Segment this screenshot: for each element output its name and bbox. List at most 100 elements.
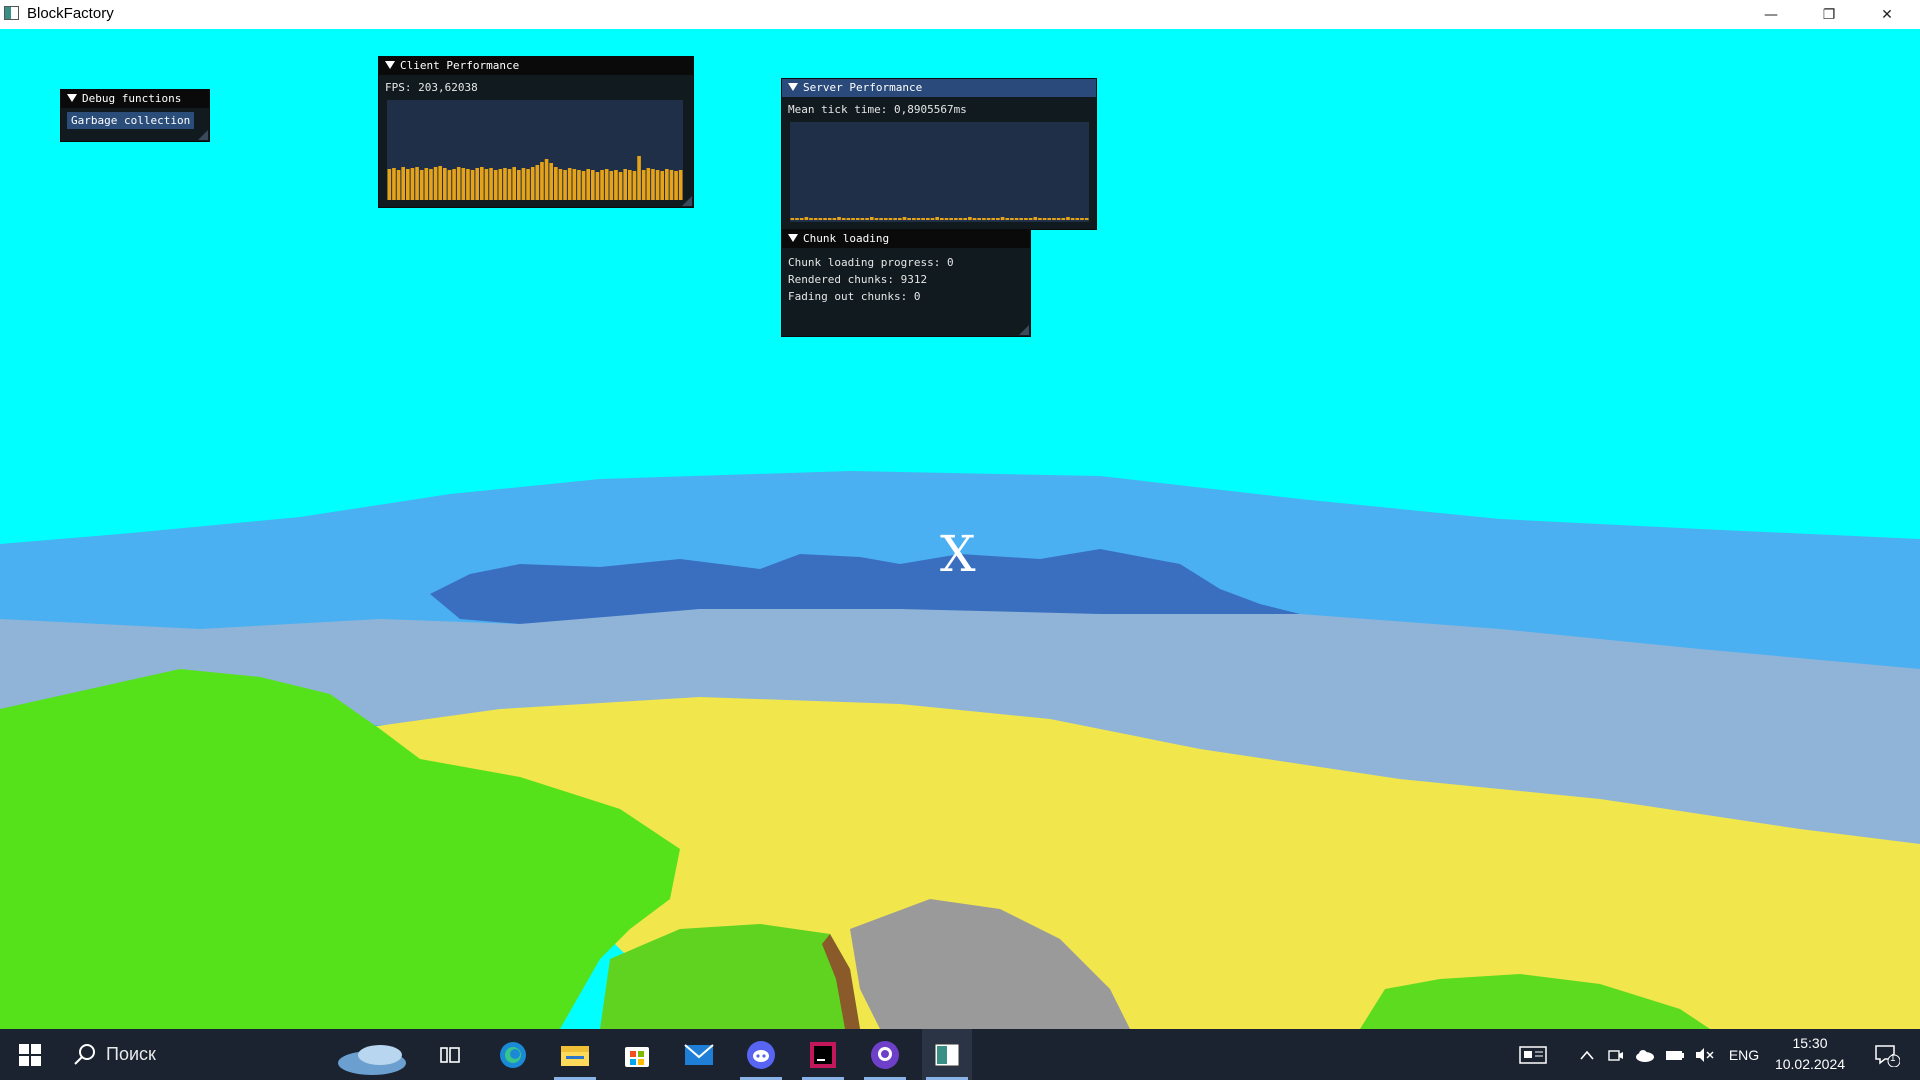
tick-time-histogram (790, 122, 1089, 222)
client-performance-panel[interactable]: Client Performance FPS: 203,62038 (378, 56, 694, 208)
tick-time-bar (851, 218, 855, 220)
camera-icon (1608, 1049, 1623, 1061)
frame-time-bar (521, 168, 526, 200)
task-view-button[interactable] (425, 1029, 475, 1080)
minimize-button[interactable]: — (1742, 0, 1800, 29)
tray-overflow-button[interactable] (1574, 1029, 1600, 1080)
tick-time-bar (963, 218, 968, 220)
tick-time-bars (790, 217, 1089, 220)
store-button[interactable] (612, 1029, 662, 1080)
taskbar-search[interactable]: Поиск (60, 1029, 280, 1080)
tick-time-bar (809, 218, 813, 220)
resize-grip-icon[interactable] (198, 130, 208, 140)
frame-time-bar (632, 171, 637, 200)
frame-time-bar (493, 170, 498, 200)
client-panel-header[interactable]: Client Performance (379, 57, 693, 75)
maximize-button[interactable]: ❐ (1800, 0, 1858, 29)
tick-time-bar (1019, 218, 1024, 220)
tick-time-bar (1033, 217, 1038, 220)
tick-time-bar (1075, 218, 1080, 220)
tick-time-bar (1024, 218, 1028, 220)
frame-time-bar (512, 167, 517, 200)
onedrive-tray-button[interactable] (1632, 1029, 1658, 1080)
notification-count: 1 (1890, 1053, 1896, 1064)
frame-time-bar (609, 171, 614, 200)
taskbar-clock[interactable]: 15:30 10.02.2024 (1770, 1033, 1850, 1075)
frame-time-bar (410, 168, 415, 200)
blockfactory-icon (934, 1043, 960, 1066)
chunk-loading-panel[interactable]: Chunk loading Chunk loading progress: 0 … (781, 229, 1031, 337)
mail-button[interactable] (674, 1029, 724, 1080)
rider-button[interactable] (798, 1029, 848, 1080)
battery-tray-button[interactable] (1662, 1029, 1688, 1080)
volume-tray-button[interactable] (1692, 1029, 1718, 1080)
frame-time-bars (387, 156, 683, 200)
collapse-triangle-icon[interactable] (788, 83, 798, 91)
file-explorer-icon (561, 1045, 589, 1066)
tick-time-bar (1038, 218, 1042, 220)
frame-time-bar (419, 170, 424, 200)
app-icon (4, 6, 19, 20)
frame-time-bar (600, 170, 604, 200)
tick-time-bar (916, 218, 921, 220)
frame-time-bar (401, 167, 406, 200)
tick-time-bar (837, 217, 841, 220)
resize-grip-icon[interactable] (1019, 325, 1029, 335)
blockfactory-taskbar-button[interactable] (922, 1029, 972, 1080)
frame-time-bar (489, 168, 493, 200)
frame-time-bar (637, 156, 641, 200)
tick-time-bar (1066, 217, 1070, 220)
start-button[interactable] (5, 1029, 55, 1080)
frame-time-bar (447, 170, 452, 200)
tick-time-bar (902, 217, 907, 220)
frame-time-bar (563, 170, 567, 200)
language-indicator[interactable]: ENG (1722, 1029, 1766, 1080)
collapse-triangle-icon[interactable] (67, 94, 77, 102)
garbage-collection-button[interactable]: Garbage collection (67, 112, 195, 129)
tick-time-bar (1056, 218, 1061, 220)
collapse-triangle-icon[interactable] (788, 234, 798, 242)
frame-time-bar (655, 170, 660, 200)
chunk-panel-header[interactable]: Chunk loading (782, 230, 1030, 248)
tick-time-bar (790, 218, 795, 220)
battery-icon (1666, 1050, 1684, 1060)
news-widget-button[interactable] (1510, 1029, 1556, 1080)
tick-time-bar (897, 218, 902, 220)
frame-time-bar (461, 168, 466, 200)
close-button[interactable]: ✕ (1858, 0, 1916, 29)
frame-time-bar (424, 168, 429, 200)
frame-time-bar (429, 169, 433, 200)
server-performance-panel[interactable]: Server Performance Mean tick time: 0,890… (781, 78, 1097, 230)
frame-time-bar (554, 167, 558, 200)
tick-time-bar (991, 218, 996, 220)
server-panel-header[interactable]: Server Performance (782, 79, 1096, 97)
tick-time-bar (954, 218, 958, 220)
frame-time-bar (530, 167, 535, 200)
tick-time-bar (841, 218, 846, 220)
tick-time-bar (1061, 218, 1066, 220)
debug-functions-panel[interactable]: Debug functions Garbage collection (60, 89, 210, 142)
file-explorer-button[interactable] (550, 1029, 600, 1080)
debug-panel-title: Debug functions (82, 92, 182, 105)
tick-time-bar (907, 218, 911, 220)
frame-time-bar (433, 167, 438, 200)
frame-time-bar (544, 159, 549, 200)
frame-time-bar (651, 169, 655, 200)
frame-time-bar (387, 169, 392, 200)
notification-center-button[interactable]: 1 (1862, 1029, 1912, 1080)
widgets-thumbnail-icon[interactable] (322, 1029, 422, 1080)
edge-button[interactable] (488, 1029, 538, 1080)
resize-grip-icon[interactable] (682, 196, 692, 206)
tick-time-bar (1047, 218, 1052, 220)
tick-time-bar (1080, 218, 1084, 220)
github-desktop-button[interactable] (860, 1029, 910, 1080)
collapse-triangle-icon[interactable] (385, 61, 395, 69)
frame-time-bar (595, 172, 600, 200)
frame-time-bar (392, 168, 396, 200)
chunk-loading-progress: Chunk loading progress: 0 (788, 256, 954, 269)
camera-tray-button[interactable] (1604, 1029, 1628, 1080)
debug-panel-header[interactable]: Debug functions (61, 90, 209, 108)
frame-time-bar (641, 170, 646, 200)
discord-button[interactable] (736, 1029, 786, 1080)
frame-time-bar (669, 170, 674, 200)
